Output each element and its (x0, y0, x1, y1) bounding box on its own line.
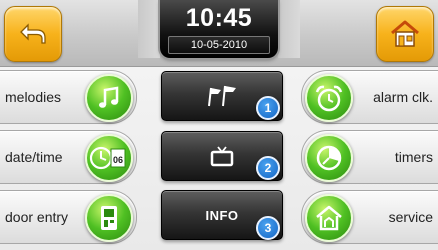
badge-1: 1 (256, 96, 280, 120)
music-note-icon (85, 74, 133, 122)
menu-item-label: door entry (5, 209, 69, 225)
menu-item-door-entry[interactable]: door entry (0, 190, 137, 244)
clock-time: 10:45 (185, 4, 253, 32)
home-button[interactable] (376, 6, 434, 62)
menu-item-label: alarm clk. (373, 89, 433, 105)
menu-item-melodies[interactable]: melodies (0, 70, 137, 124)
timer-icon (305, 134, 353, 182)
clock-wing-left (138, 0, 160, 58)
door-entry-icon (85, 194, 133, 242)
badge-2: 2 (256, 156, 280, 180)
clock-wing-right (278, 0, 300, 58)
tv-icon (210, 145, 234, 167)
calendar-day-text: 06 (113, 155, 123, 165)
clock-date: 10-05-2010 (168, 36, 270, 54)
home-icon (388, 19, 422, 49)
alarm-clock-icon (305, 74, 353, 122)
menu-item-label: service (388, 209, 433, 225)
menu-item-label: melodies (5, 89, 62, 105)
menu-item-service[interactable]: service (301, 190, 438, 244)
service-house-icon (305, 194, 353, 242)
badge-3: 3 (256, 216, 280, 240)
home-screen: 10:45 10-05-2010 melodies date/time 06 d… (0, 0, 438, 250)
back-button[interactable] (4, 6, 62, 62)
clock-calendar-icon: 06 (85, 134, 133, 182)
clock-panel: 10:45 10-05-2010 (160, 0, 278, 58)
menu-item-label: date/time (5, 149, 63, 165)
menu-item-timers[interactable]: timers (301, 130, 438, 184)
back-arrow-icon (19, 22, 47, 46)
menu-item-label: timers (394, 149, 433, 165)
menu-item-alarm-clock[interactable]: alarm clk. (301, 70, 438, 124)
info-button-label: INFO (205, 207, 239, 223)
flags-icon (205, 84, 239, 108)
menu-item-date-time[interactable]: date/time 06 (0, 130, 137, 184)
